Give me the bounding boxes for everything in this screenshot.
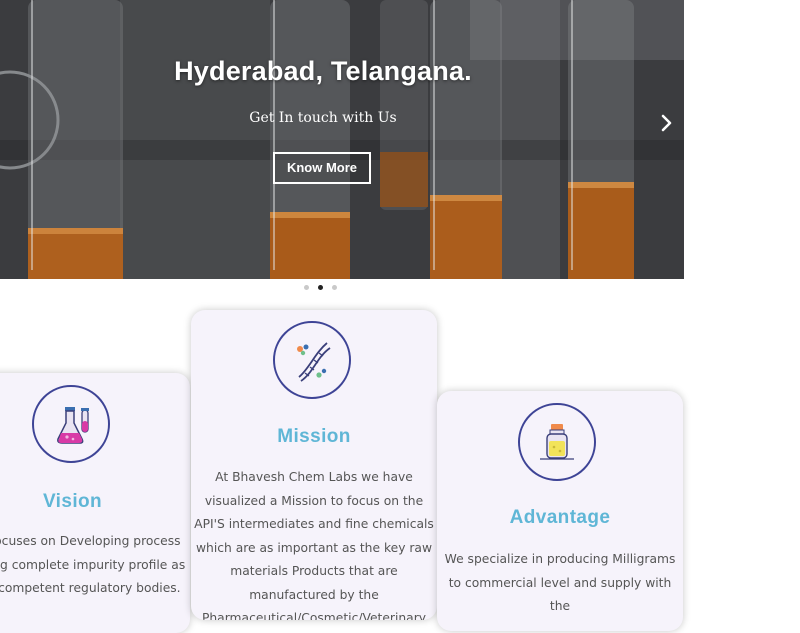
vision-text-line-1: nly focuses on Developing process [0, 534, 181, 548]
advantage-title: Advantage [509, 507, 611, 528]
advantage-text: We specialize in producing Milligrams to… [444, 552, 676, 613]
hero-title: Hyderabad, Telangana. [174, 56, 472, 86]
vision-title: Vision [42, 491, 103, 512]
hero-subtitle: Get In touch with Us [249, 110, 397, 126]
know-more-button[interactable]: Know More [273, 152, 371, 184]
advantage-icon-circle [518, 403, 596, 481]
vision-text-line-2: oviding complete impurity profile as [0, 557, 186, 572]
vision-card: Vision nly focuses on Developing process… [0, 373, 190, 633]
advantage-card: Advantage We specialize in producing Mil… [437, 391, 683, 631]
slider-pagination [304, 285, 337, 290]
dna-icon [297, 342, 331, 382]
medicine-jar-icon [540, 424, 574, 460]
slider-dot-3[interactable] [332, 285, 337, 290]
mission-text: At Bhavesh Chem Labs we have visualized … [194, 470, 434, 620]
lab-test-tubes-background-image [0, 0, 684, 279]
hero-slider: Hyderabad, Telangana. Get In touch with … [0, 0, 684, 279]
slider-dot-2-active[interactable] [318, 285, 323, 290]
slider-dot-1[interactable] [304, 285, 309, 290]
vision-icon-circle [32, 385, 110, 463]
chevron-right-icon[interactable] [655, 110, 677, 136]
vision-text-line-3: d by competent regulatory bodies. [0, 581, 181, 595]
mission-card: Mission At Bhavesh Chem Labs we have vis… [191, 310, 437, 620]
flask-icon [57, 407, 89, 444]
mission-icon-circle [273, 321, 351, 399]
vision-text: nly focuses on Developing process oviding… [0, 530, 190, 601]
mission-title: Mission [277, 426, 351, 447]
